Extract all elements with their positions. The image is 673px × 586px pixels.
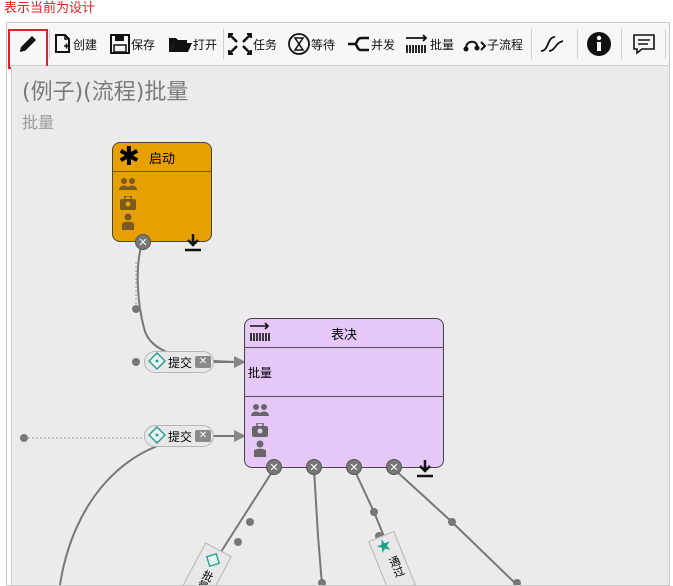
process-canvas[interactable]: (例子)(流程)批量 批量 ✱ 启动 ✕ 提交 ✕ 提交 ✕ 表决 批量 ✕ ✕… [11, 66, 669, 585]
toolbar: 创建 保存 打开 任务 等待 并发 批量 子流程 [7, 23, 669, 69]
remove-connector-icon[interactable]: ✕ [195, 430, 212, 442]
batch-label: 批量 [430, 37, 455, 52]
group-icon [119, 176, 137, 195]
create-button[interactable]: 创建 [53, 29, 97, 59]
group-icon [251, 402, 269, 421]
floppy-icon [109, 33, 131, 55]
submit-label-1: 提交 [168, 355, 193, 370]
route-button[interactable] [539, 29, 565, 59]
user-icon [119, 213, 137, 235]
approve-tag-label: 通过 [386, 554, 407, 580]
start-to-vote-line [136, 239, 245, 363]
parallel-label: 并发 [371, 37, 396, 52]
vote-node[interactable]: 表决 批量 [244, 318, 444, 468]
info-icon [586, 31, 612, 57]
download-icon [415, 458, 435, 482]
download-icon [183, 232, 203, 256]
info-button[interactable] [586, 29, 612, 59]
vote-output-connector-4[interactable]: ✕ [386, 459, 402, 475]
task-button[interactable]: 任务 [227, 29, 277, 59]
vote-node-title: 表决 [330, 327, 357, 343]
subflow-icon [463, 34, 487, 54]
start-node-title: 启动 [148, 151, 175, 167]
open-button[interactable]: 打开 [167, 29, 217, 59]
vote-node-body: 批量 [245, 348, 443, 397]
wait-button[interactable]: 等待 [287, 29, 335, 59]
vote-node-header: 表决 [245, 319, 443, 348]
create-label: 创建 [73, 37, 98, 52]
user-icon [251, 440, 269, 462]
start-output-connector[interactable]: ✕ [135, 234, 151, 250]
diamond-icon [147, 425, 167, 447]
toolbar-separator [665, 29, 666, 59]
curve-icon [539, 33, 565, 55]
vote-output-connector-2[interactable]: ✕ [306, 459, 322, 475]
start-node[interactable]: ✱ 启动 [112, 142, 212, 242]
toolbar-separator [223, 29, 224, 59]
submit-label-2: 提交 [168, 429, 193, 444]
role-icon [119, 195, 137, 214]
task-label: 任务 [253, 37, 278, 52]
batch-icon [248, 322, 272, 346]
save-label: 保存 [131, 37, 156, 52]
parallel-button[interactable]: 并发 [347, 29, 395, 59]
comment-button[interactable] [631, 29, 657, 59]
subflow-label: 子流程 [487, 37, 524, 52]
asterisk-icon: ✱ [118, 142, 140, 172]
toolbar-separator [577, 29, 578, 59]
wait-label: 等待 [311, 37, 336, 52]
batch-button[interactable]: 批量 [404, 29, 454, 59]
comment-icon [631, 32, 657, 56]
return-line [59, 435, 209, 585]
star-icon: ★ [372, 533, 396, 559]
toolbar-separator [531, 29, 532, 59]
role-icon [251, 422, 269, 441]
new-doc-icon [53, 33, 73, 55]
vote-output-connector-3[interactable]: ✕ [346, 459, 362, 475]
annotation-caption: 表示当前为设计 [4, 1, 96, 16]
submit-connector-2[interactable]: 提交 ✕ [144, 425, 214, 447]
task-icon [227, 32, 253, 56]
diamond-icon [147, 351, 167, 373]
batch-icon [404, 34, 430, 54]
hourglass-icon [287, 32, 311, 56]
save-button[interactable]: 保存 [109, 29, 155, 59]
vote-output-connector-1[interactable]: ✕ [266, 459, 282, 475]
toolbar-separator [621, 29, 622, 59]
start-node-header: ✱ 启动 [113, 143, 211, 172]
vote-node-body-text: 批量 [248, 366, 273, 380]
fork-icon [347, 34, 371, 54]
active-mode-outline [8, 29, 48, 69]
remove-connector-icon[interactable]: ✕ [195, 356, 212, 368]
toolbar-separator [49, 29, 50, 59]
folder-icon [167, 33, 193, 55]
subflow-button[interactable]: 子流程 [463, 29, 523, 59]
open-label: 打开 [193, 37, 218, 52]
submit-connector-1[interactable]: 提交 ✕ [144, 351, 214, 373]
designer-window: 创建 保存 打开 任务 等待 并发 批量 子流程 (例子)(流程)批量 批量 ✱… [6, 22, 670, 586]
